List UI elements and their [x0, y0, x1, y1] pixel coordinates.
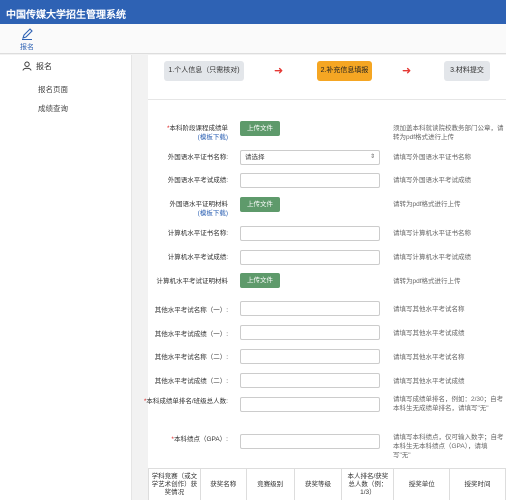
lang-score-input[interactable]: [240, 173, 380, 188]
lang-score-hint: 请填写外国语水平考试成绩: [393, 177, 471, 184]
awards-table: 学科竞赛（或文学艺术创作）获奖情况 获奖名称 竞赛级别 获奖等级 本人排名/获奖…: [148, 468, 506, 500]
other-score1-input[interactable]: [240, 325, 380, 340]
sidebar-item-signup-page[interactable]: 报名页面: [38, 84, 68, 95]
nav-strip: 报名: [0, 24, 506, 54]
awards-table-header: 获奖等级: [293, 468, 343, 500]
lang-material-label-text: 外国语水平证明材料: [169, 201, 229, 208]
transcript-label: *本科阶段课程成绩单 (模板下载): [128, 124, 228, 142]
sidebar: 报名 报名页面 成绩查询: [0, 55, 132, 500]
rank-input[interactable]: [240, 397, 380, 412]
transcript-label-text: 本科阶段课程成绩单: [169, 125, 229, 132]
step-supplementary-info[interactable]: 2.补充信息填报: [317, 61, 372, 81]
other-score1-label: 其他水平考试成绩（一）:: [154, 331, 228, 338]
awards-table-header: 授奖时间: [449, 468, 506, 500]
chevron-updown-icon: ⇕: [369, 154, 375, 160]
cs-material-hint: 请转为pdf格式进行上传: [393, 278, 461, 285]
transcript-hint: 须加盖本科就读院校教务部门公章，请转为pdf格式进行上传: [393, 125, 504, 141]
other-score2-hint: 请填写其他水平考试成绩: [393, 378, 465, 385]
other-name1-label: 其他水平考试名称（一）:: [154, 307, 228, 314]
gpa-label: *本科绩点（GPA）:: [128, 435, 228, 444]
cs-score-input[interactable]: [240, 250, 380, 265]
transcript-upload-button[interactable]: 上传文件: [240, 121, 280, 136]
lang-cert-select-value: 请选择: [245, 154, 265, 161]
sidebar-item-score-query[interactable]: 成绩查询: [38, 103, 68, 114]
lang-material-template-link[interactable]: (模板下载): [128, 209, 228, 218]
lang-material-hint: 请转为pdf格式进行上传: [393, 201, 461, 208]
rank-label-text: 本科成绩单排名/班级总人数:: [146, 398, 228, 405]
other-score1-hint: 请填写其他水平考试成绩: [393, 330, 465, 337]
lang-material-label: 外国语水平证明材料 (模板下载): [128, 200, 229, 218]
other-score2-label: 其他水平考试成绩（二）:: [154, 378, 228, 385]
transcript-template-link[interactable]: (模板下载): [128, 133, 228, 142]
cs-cert-label: 计算机水平证书名称:: [167, 230, 228, 237]
divider: [148, 99, 506, 100]
user-icon: [22, 61, 32, 71]
arrow-right-icon: ➜: [402, 65, 412, 77]
cs-score-hint: 请填写计算机水平考试成绩: [393, 254, 471, 261]
app-title: 中国传媒大学招生管理系统: [6, 10, 126, 21]
other-score2-input[interactable]: [240, 373, 380, 388]
other-name2-hint: 请填写其他水平考试名称: [393, 354, 465, 361]
arrow-right-icon: ➜: [274, 65, 284, 77]
other-name2-label: 其他水平考试名称（二）:: [154, 354, 228, 361]
gpa-input[interactable]: [240, 434, 380, 449]
lang-cert-select[interactable]: 请选择 ⇕: [240, 150, 380, 165]
cs-cert-hint: 请填写计算机水平证书名称: [393, 230, 471, 237]
other-name1-hint: 请填写其他水平考试名称: [393, 306, 465, 313]
cs-score-label: 计算机水平考试成绩:: [167, 254, 228, 261]
step-material-submit[interactable]: 3.材料提交: [444, 61, 490, 81]
awards-table-header: 获奖名称: [199, 468, 247, 500]
cs-material-upload-button[interactable]: 上传文件: [240, 273, 280, 288]
awards-table-header: 竞赛级别: [245, 468, 295, 500]
sidebar-head[interactable]: 报名: [22, 61, 52, 72]
awards-table-header: 本人排名/获奖总人数（例：1/3）: [341, 468, 395, 500]
lang-cert-label: 外国语水平证书名称:: [167, 154, 228, 161]
awards-table-header-row: 学科竞赛（或文学艺术创作）获奖情况 获奖名称 竞赛级别 获奖等级 本人排名/获奖…: [148, 468, 506, 500]
cs-material-label: 计算机水平考试证明材料: [156, 278, 229, 285]
other-name1-input[interactable]: [240, 301, 380, 316]
lang-cert-hint: 请填写外国语水平证书名称: [393, 154, 471, 161]
pen-icon: [22, 28, 33, 40]
gpa-label-text: 本科绩点（GPA）:: [173, 436, 228, 443]
lang-material-upload-button[interactable]: 上传文件: [240, 197, 280, 212]
nav-signup-button[interactable]: 报名: [14, 27, 40, 52]
top-bar: 中国传媒大学招生管理系统: [0, 0, 506, 24]
other-name2-input[interactable]: [240, 349, 380, 364]
main-panel: 1.个人信息（只需核对) ➜ 2.补充信息填报 ➜ 3.材料提交 *本科阶段课程…: [144, 55, 506, 500]
cs-cert-input[interactable]: [240, 226, 380, 241]
awards-table-header: 授奖单位: [393, 468, 451, 500]
step-personal-info[interactable]: 1.个人信息（只需核对): [164, 61, 244, 81]
rank-label: *本科成绩单排名/班级总人数:: [128, 397, 228, 406]
sidebar-head-label: 报名: [36, 62, 52, 71]
awards-table-header: 学科竞赛（或文学艺术创作）获奖情况: [148, 468, 201, 500]
rank-hint: 请填写成绩单排名，例如：2/30；自考本科生无成绩单排名，请填写"无": [393, 396, 504, 412]
lang-score-label: 外国语水平考试成绩:: [167, 177, 228, 184]
gpa-hint: 请填写本科绩点，仅可输入数字；自考本科生无本科绩点（GPA），请填写"无": [393, 434, 504, 459]
nav-signup-label: 报名: [20, 44, 34, 51]
